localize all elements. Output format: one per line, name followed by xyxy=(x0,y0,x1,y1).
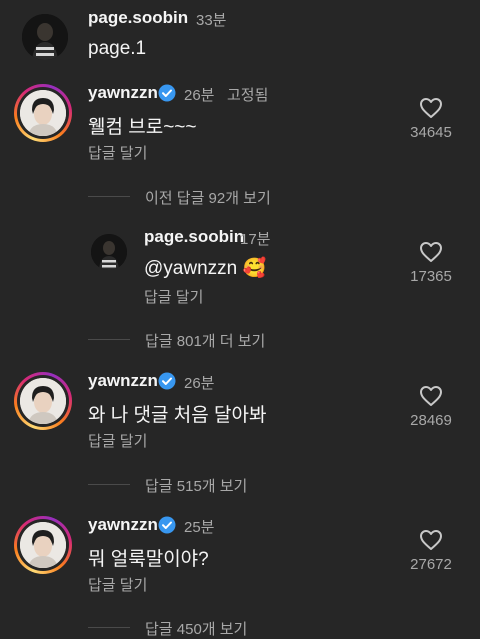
comment-text: 웰컴 브로~~~ xyxy=(88,117,197,138)
divider xyxy=(88,627,130,628)
divider xyxy=(88,339,130,340)
story-ring[interactable] xyxy=(14,372,72,430)
avatar[interactable] xyxy=(91,234,127,270)
avatar-image xyxy=(20,522,66,568)
verified-badge-icon xyxy=(158,516,176,534)
view-previous-replies-button[interactable]: 이전 답글 92개 보기 xyxy=(145,187,271,208)
heart-icon[interactable] xyxy=(419,97,443,119)
timestamp: 25분 xyxy=(184,519,215,536)
avatar-image xyxy=(20,90,66,136)
heart-icon[interactable] xyxy=(419,529,443,551)
comment-text: 와 나 댓글 처음 달아봐 xyxy=(88,405,267,426)
avatar[interactable] xyxy=(22,14,68,60)
username[interactable]: page.soobin xyxy=(88,8,188,28)
avatar-image xyxy=(91,234,127,270)
timestamp: 33분 xyxy=(196,12,227,29)
avatar-image xyxy=(22,14,68,60)
story-ring[interactable] xyxy=(14,516,72,574)
like-count: 34645 xyxy=(410,124,452,141)
story-ring[interactable] xyxy=(14,84,72,142)
avatar xyxy=(20,522,66,568)
view-more-replies-button[interactable]: 답글 450개 보기 xyxy=(145,618,247,639)
timestamp: 26분 xyxy=(184,87,215,104)
timestamp: 17분 xyxy=(240,231,271,248)
comment-text: @yawnzzn 🥰 xyxy=(144,258,267,279)
timestamp: 26분 xyxy=(184,375,215,392)
view-more-replies-button[interactable]: 답글 801개 더 보기 xyxy=(145,330,265,351)
comment-text: page.1 xyxy=(88,38,147,59)
divider xyxy=(88,196,130,197)
reply-button[interactable]: 답글 달기 xyxy=(144,286,203,307)
heart-icon[interactable] xyxy=(419,385,443,407)
like-count: 28469 xyxy=(410,412,452,429)
view-more-replies-button[interactable]: 답글 515개 보기 xyxy=(145,475,247,496)
like-count: 17365 xyxy=(410,268,452,285)
comment-text: 뭐 얼룩말이야? xyxy=(88,549,209,570)
reply-button[interactable]: 답글 달기 xyxy=(88,142,147,163)
username[interactable]: yawnzzn xyxy=(88,83,158,103)
username[interactable]: yawnzzn xyxy=(88,515,158,535)
avatar xyxy=(20,90,66,136)
username[interactable]: yawnzzn xyxy=(88,371,158,391)
like-count: 27672 xyxy=(410,556,452,573)
verified-badge-icon xyxy=(158,372,176,390)
avatar xyxy=(20,378,66,424)
avatar-image xyxy=(20,378,66,424)
reply-button[interactable]: 답글 달기 xyxy=(88,430,147,451)
divider xyxy=(88,484,130,485)
heart-icon[interactable] xyxy=(419,241,443,263)
verified-badge-icon xyxy=(158,84,176,102)
username[interactable]: page.soobin xyxy=(144,227,244,247)
pinned-label: 고정됨 xyxy=(227,87,269,104)
reply-button[interactable]: 답글 달기 xyxy=(88,574,147,595)
